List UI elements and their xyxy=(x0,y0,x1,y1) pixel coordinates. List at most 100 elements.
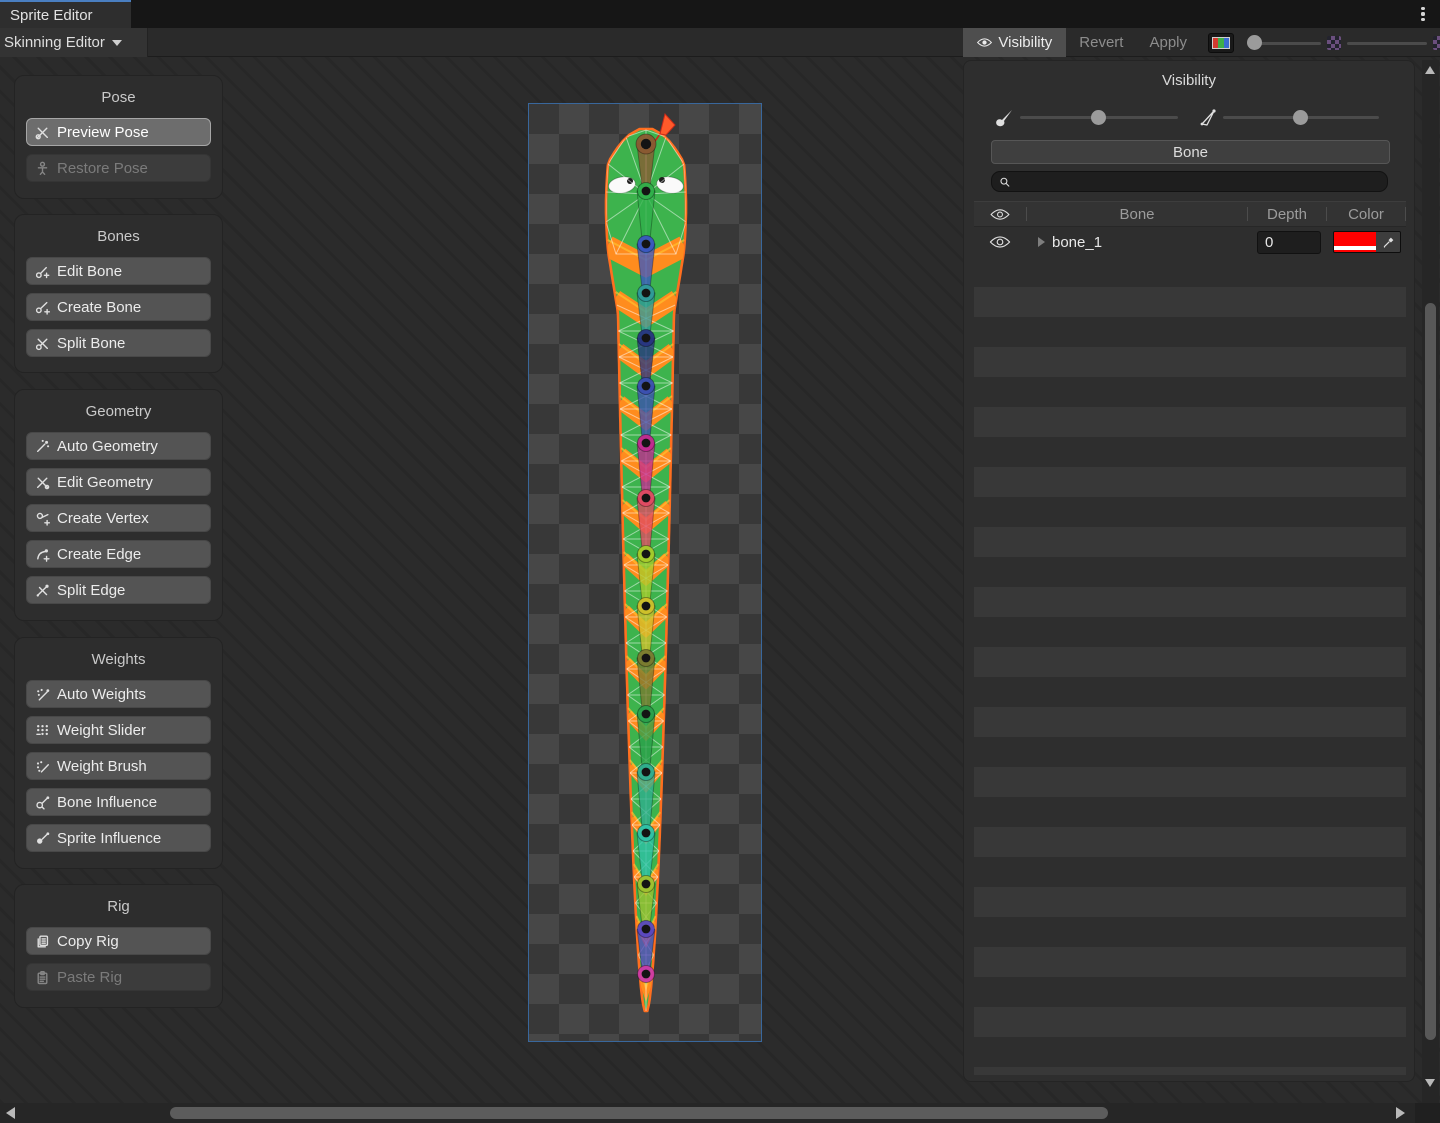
auto-weights-icon xyxy=(35,687,50,702)
edit-geometry-icon xyxy=(35,475,50,490)
visibility-panel-title: Visibility xyxy=(964,61,1414,89)
horizontal-scrollbar[interactable] xyxy=(0,1103,1440,1123)
bone-search-field[interactable] xyxy=(991,171,1388,192)
split-edge-icon xyxy=(35,583,50,598)
header-depth[interactable]: Depth xyxy=(1248,206,1326,223)
create-bone-button[interactable]: Create Bone xyxy=(26,293,211,321)
revert-button[interactable]: Revert xyxy=(1066,28,1136,57)
tab-title: Sprite Editor xyxy=(10,7,93,24)
bone-color-swatch[interactable] xyxy=(1334,232,1376,252)
panel-bones: Bones Edit Bone Create Bone Split Bone xyxy=(14,214,223,373)
button-label: Weight Slider xyxy=(57,722,146,739)
create-bone-icon xyxy=(35,300,50,315)
search-input[interactable] xyxy=(1015,174,1380,189)
button-label: Create Vertex xyxy=(57,510,149,527)
create-edge-icon xyxy=(35,547,50,562)
rgb-stripes-icon xyxy=(1212,37,1230,49)
copy-rig-button[interactable]: Copy Rig xyxy=(26,927,211,955)
scroll-up-icon[interactable] xyxy=(1425,66,1435,74)
sprite-canvas[interactable] xyxy=(528,103,762,1042)
alpha-slider-knob[interactable] xyxy=(1247,35,1262,50)
preview-pose-button[interactable]: Preview Pose xyxy=(26,118,211,146)
sprite-influence-button[interactable]: Sprite Influence xyxy=(26,824,211,852)
split-edge-button[interactable]: Split Edge xyxy=(26,576,211,604)
button-label: Auto Weights xyxy=(57,686,146,703)
depth-input[interactable] xyxy=(1257,231,1321,254)
weight-brush-icon xyxy=(35,759,50,774)
skinning-mode-dropdown[interactable]: Skinning Editor xyxy=(0,28,148,57)
bone-table-header: Bone Depth Color xyxy=(974,201,1406,227)
restore-pose-button[interactable]: Restore Pose xyxy=(26,154,211,182)
title-bar: Sprite Editor xyxy=(0,0,1440,28)
split-bone-icon xyxy=(35,336,50,351)
skinning-toolbar: Skinning Editor Visibility Revert Apply xyxy=(0,28,1440,57)
button-label: Create Bone xyxy=(57,299,141,316)
weight-brush-button[interactable]: Weight Brush xyxy=(26,752,211,780)
vertical-scrollbar-thumb[interactable] xyxy=(1425,303,1436,1040)
button-label: Split Edge xyxy=(57,582,125,599)
mode-dropdown-label: Skinning Editor xyxy=(4,34,105,51)
bone-opacity-knob[interactable] xyxy=(1091,110,1106,125)
bone-name: bone_1 xyxy=(1052,234,1102,251)
tab-bone[interactable]: Bone xyxy=(991,140,1390,164)
button-label: Bone Influence xyxy=(57,794,157,811)
eye-column-icon xyxy=(990,208,1010,221)
visibility-toggle-button[interactable]: Visibility xyxy=(963,28,1066,57)
auto-geometry-icon xyxy=(35,439,50,454)
edit-geometry-button[interactable]: Edit Geometry xyxy=(26,468,211,496)
weight-slider-icon xyxy=(35,723,50,738)
restore-pose-icon xyxy=(35,161,50,176)
button-label: Split Bone xyxy=(57,335,125,352)
horizontal-scrollbar-thumb[interactable] xyxy=(170,1107,1108,1119)
vertical-scrollbar[interactable] xyxy=(1422,60,1439,1103)
split-bone-button[interactable]: Split Bone xyxy=(26,329,211,357)
panel-title: Weights xyxy=(26,647,211,680)
bone-opacity-icon xyxy=(994,107,1016,129)
button-label: Restore Pose xyxy=(57,160,148,177)
bone-influence-button[interactable]: Bone Influence xyxy=(26,788,211,816)
checker-swatch-icon[interactable] xyxy=(1327,36,1341,50)
scroll-right-icon[interactable] xyxy=(1396,1107,1405,1119)
scroll-left-icon[interactable] xyxy=(6,1107,15,1119)
button-label: Copy Rig xyxy=(57,933,119,950)
auto-weights-button[interactable]: Auto Weights xyxy=(26,680,211,708)
auto-geometry-button[interactable]: Auto Geometry xyxy=(26,432,211,460)
table-row-bone-1[interactable]: bone_1 xyxy=(974,227,1406,257)
create-edge-button[interactable]: Create Edge xyxy=(26,540,211,568)
header-bone[interactable]: Bone xyxy=(1027,206,1247,223)
visibility-panel: Visibility Bone xyxy=(963,60,1415,1082)
row-visibility-eye-icon[interactable] xyxy=(989,235,1011,249)
create-vertex-button[interactable]: Create Vertex xyxy=(26,504,211,532)
preview-pose-icon xyxy=(35,125,50,140)
checker-swatch-icon-2[interactable] xyxy=(1433,36,1440,50)
paste-rig-button[interactable]: Paste Rig xyxy=(26,963,211,991)
button-label: Paste Rig xyxy=(57,969,122,986)
weight-slider-button[interactable]: Weight Slider xyxy=(26,716,211,744)
visibility-label: Visibility xyxy=(998,34,1052,51)
header-color[interactable]: Color xyxy=(1327,206,1405,223)
empty-bone-list xyxy=(974,257,1406,1075)
mesh-opacity-knob[interactable] xyxy=(1293,110,1308,125)
brightness-slider[interactable] xyxy=(1347,28,1427,57)
color-channels-button[interactable] xyxy=(1208,33,1234,53)
alpha-slider[interactable] xyxy=(1247,28,1321,57)
button-label: Create Edge xyxy=(57,546,141,563)
button-label: Edit Bone xyxy=(57,263,122,280)
edit-bone-button[interactable]: Edit Bone xyxy=(26,257,211,285)
eyedropper-icon[interactable] xyxy=(1376,232,1400,252)
bone-influence-icon xyxy=(35,795,50,810)
button-label: Edit Geometry xyxy=(57,474,153,491)
mesh-opacity-slider[interactable] xyxy=(1223,103,1379,133)
foldout-triangle-icon[interactable] xyxy=(1038,237,1045,247)
panel-title: Geometry xyxy=(26,399,211,432)
panel-weights: Weights Auto Weights Weight Slider Weigh… xyxy=(14,637,223,869)
create-vertex-icon xyxy=(35,511,50,526)
search-icon xyxy=(999,176,1010,188)
scroll-down-icon[interactable] xyxy=(1425,1079,1435,1087)
tab-sprite-editor[interactable]: Sprite Editor xyxy=(0,0,131,28)
bone-opacity-slider[interactable] xyxy=(1020,103,1178,133)
apply-button[interactable]: Apply xyxy=(1136,28,1200,57)
kebab-menu-icon[interactable] xyxy=(1416,4,1430,24)
snake-sprite-mesh[interactable] xyxy=(529,104,763,1043)
sprite-influence-icon xyxy=(35,831,50,846)
